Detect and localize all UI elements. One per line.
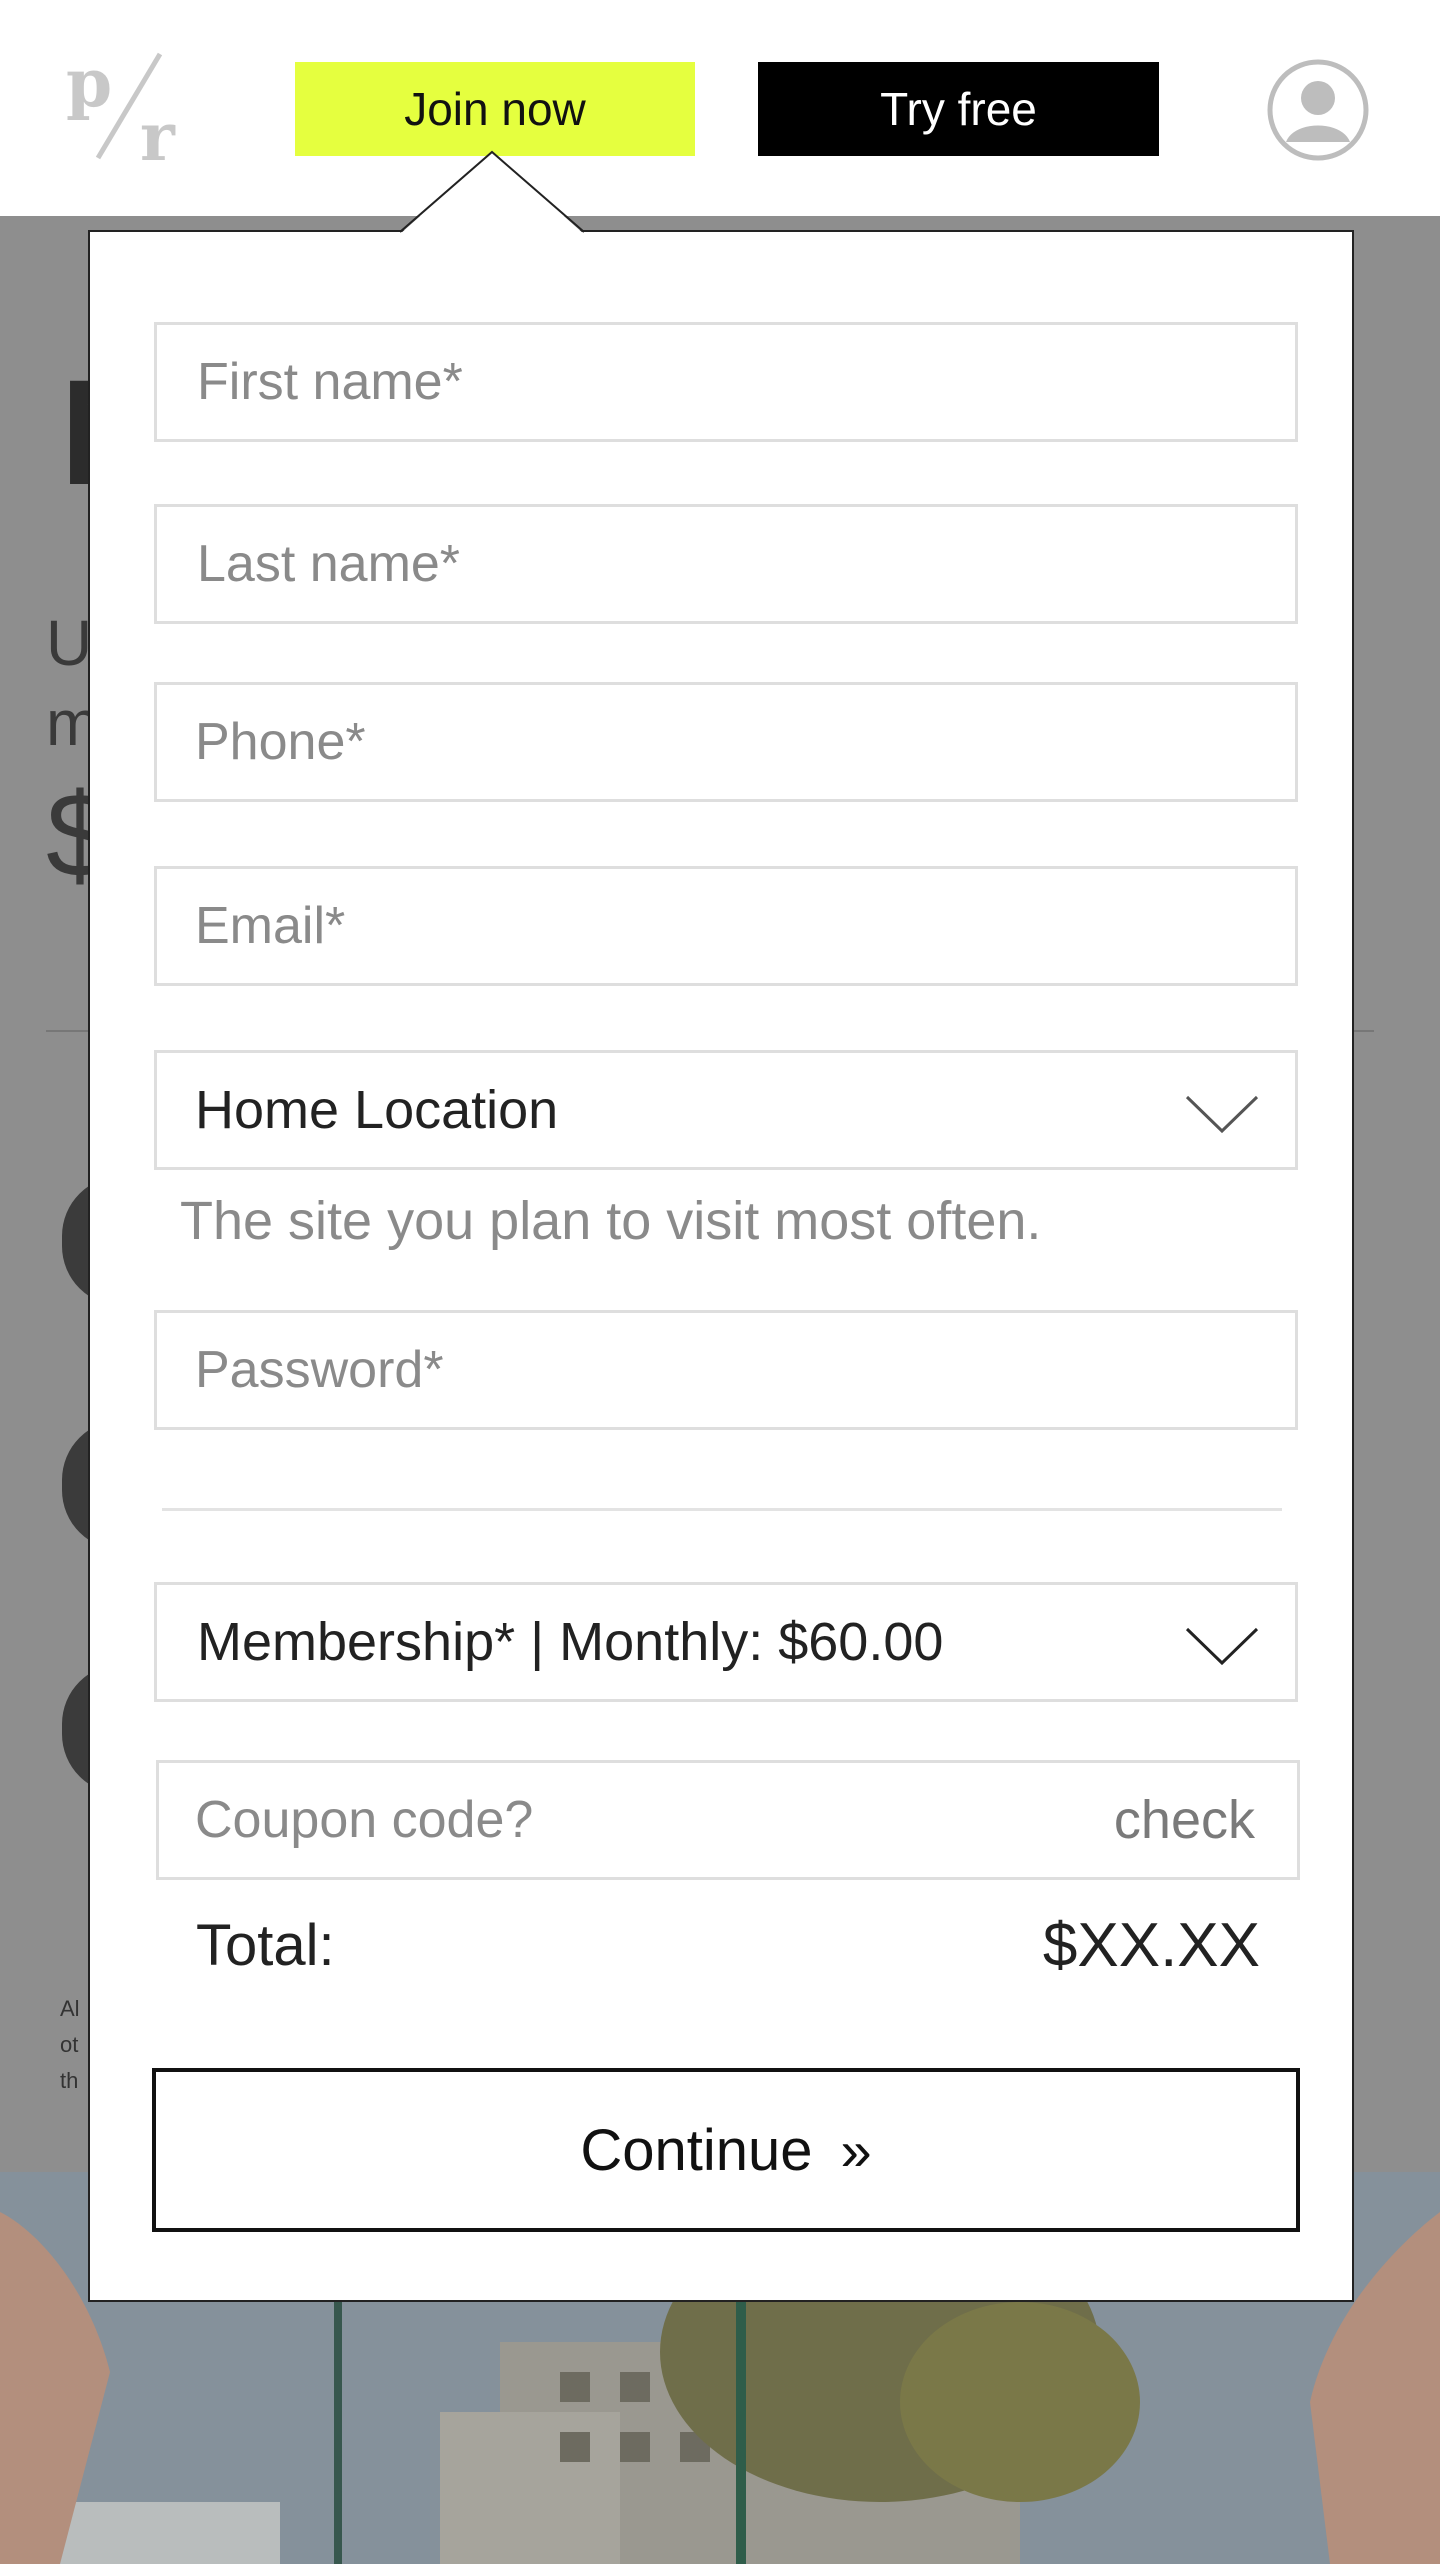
membership-select[interactable]: Membership* | Monthly: $60.00 [154,1582,1298,1702]
total-label: Total: [196,1913,335,1978]
chevron-down-icon [1185,1627,1259,1666]
home-location-label: Home Location [195,1080,559,1140]
join-now-button[interactable]: Join now [295,62,695,156]
first-name-input[interactable] [157,325,1295,439]
email-input[interactable] [157,869,1295,983]
section-divider [162,1508,1282,1511]
first-name-field [154,322,1298,442]
last-name-field [154,504,1298,624]
background-fine-print: th [60,2068,79,2093]
last-name-input[interactable] [157,507,1295,621]
chevron-down-icon [1185,1095,1259,1134]
logo[interactable]: p r [62,48,202,168]
continue-button[interactable]: Continue » [152,2068,1300,2232]
svg-text:r: r [140,98,176,168]
phone-input[interactable] [157,685,1295,799]
home-location-select[interactable]: Home Location [154,1050,1298,1170]
double-chevron-right-icon: » [840,2118,872,2182]
signup-modal: Home Location The site you plan to visit… [88,230,1354,2302]
email-field [154,866,1298,986]
password-input[interactable] [157,1313,1295,1427]
svg-text:p: p [66,48,112,122]
popover-caret [400,150,584,234]
coupon-field: check [156,1760,1300,1880]
coupon-check-button[interactable]: check [1114,1763,1255,1877]
continue-label: Continue [580,2117,813,2183]
try-free-button[interactable]: Try free [758,62,1159,156]
phone-field [154,682,1298,802]
total-value: $XX.XX [1042,1911,1260,1980]
password-field [154,1310,1298,1430]
background-fine-print: ot [60,2032,79,2057]
account-icon[interactable] [1266,58,1370,162]
background-text-fragment: U [46,607,93,679]
home-location-helper-text: The site you plan to visit most often. [180,1191,1042,1251]
membership-label: Membership* | Monthly: $60.00 [197,1612,944,1672]
background-fine-print: Al [60,1996,80,2021]
site-header: p r Join now Try free [0,0,1440,216]
